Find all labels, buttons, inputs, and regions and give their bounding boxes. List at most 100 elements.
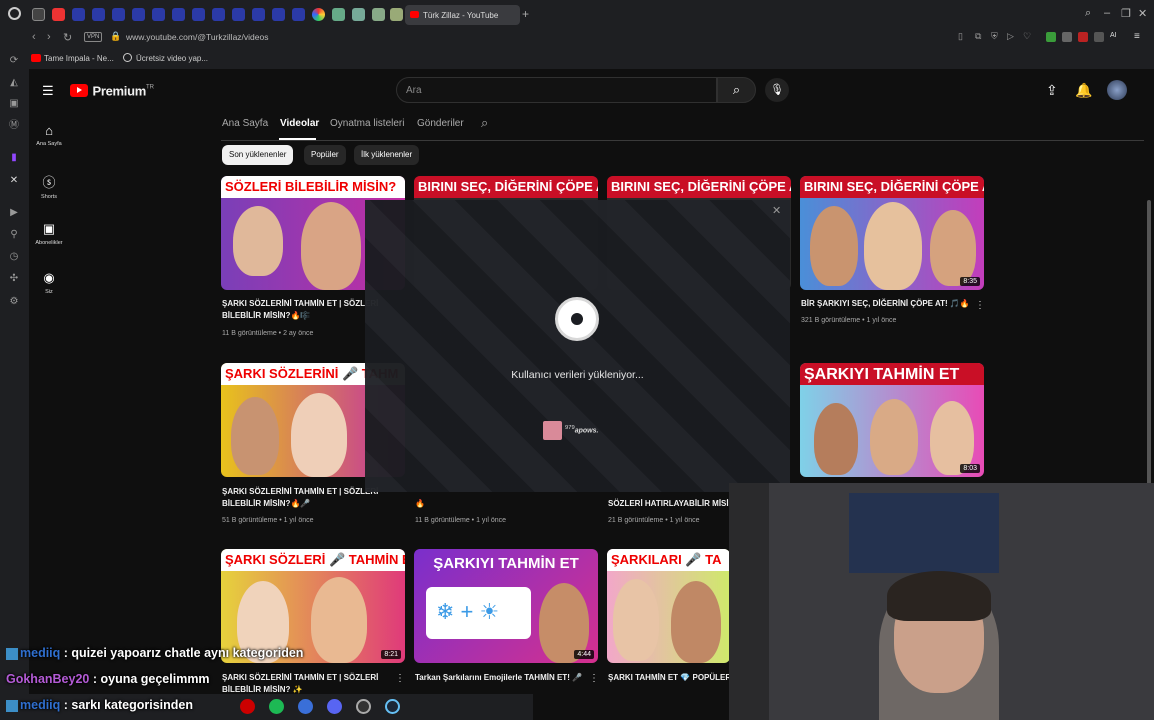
tab-icon[interactable] bbox=[132, 8, 145, 21]
video-title[interactable]: BİR ŞARKIYI SEÇ, DİĞERİNİ ÇÖPE AT! 🎵🔥 bbox=[801, 298, 981, 310]
tab-icon[interactable] bbox=[292, 8, 305, 21]
scrollbar[interactable] bbox=[1147, 200, 1151, 500]
tab-icon[interactable] bbox=[152, 8, 165, 21]
m-icon[interactable]: Ⓜ bbox=[8, 120, 20, 132]
search-tabs-icon[interactable]: ⌕ bbox=[1085, 7, 1091, 20]
opera-taskbar-icon[interactable] bbox=[240, 699, 255, 714]
spotify-icon[interactable] bbox=[269, 699, 284, 714]
tab-icon[interactable] bbox=[332, 8, 345, 21]
discord-icon[interactable] bbox=[327, 699, 342, 714]
active-tab-title: Türk Zillaz - YouTube bbox=[423, 11, 499, 20]
forward-icon[interactable]: › bbox=[47, 31, 51, 43]
tab-icon[interactable] bbox=[390, 8, 403, 21]
video-thumbnail[interactable]: ŞARKIYI TAHMİN ET ❄ + ☀ 4:44 bbox=[414, 549, 598, 663]
play-icon[interactable]: ▷ bbox=[1007, 31, 1014, 42]
tab-icon[interactable] bbox=[272, 8, 285, 21]
video-title[interactable]: ŞARKI SÖZLERİNİ TAHMİN ET | SÖZLERİ BİLE… bbox=[222, 672, 402, 696]
chip-popular[interactable]: Popüler bbox=[304, 145, 346, 165]
more-options-icon[interactable]: ⋮ bbox=[395, 673, 405, 684]
tab-videos[interactable]: Videolar bbox=[280, 118, 319, 129]
video-thumbnail[interactable]: ŞARKILARI 🎤 TA bbox=[607, 549, 730, 663]
back-icon[interactable]: ‹ bbox=[32, 31, 36, 43]
search-icon: ⌕ bbox=[732, 82, 741, 97]
download-icon[interactable] bbox=[1094, 32, 1104, 42]
extension-icon[interactable] bbox=[1078, 32, 1088, 42]
extension-icon[interactable] bbox=[1046, 32, 1056, 42]
app-taskbar-icon[interactable] bbox=[298, 699, 313, 714]
menu-icon[interactable]: ≡ bbox=[1134, 31, 1140, 42]
lock-icon[interactable]: 🔒 bbox=[110, 31, 121, 42]
video-thumbnail[interactable]: BIRINI SEÇ, DİĞERİNİ ÇÖPE AT 8:35 bbox=[800, 176, 984, 290]
maximize-icon[interactable]: ❐ bbox=[1121, 7, 1131, 20]
steam-taskbar-icon[interactable] bbox=[385, 699, 400, 714]
notifications-icon[interactable]: 🔔 bbox=[1075, 82, 1092, 99]
duration-badge: 8:21 bbox=[381, 650, 401, 659]
avatar[interactable] bbox=[1107, 80, 1127, 100]
tab-playlists[interactable]: Oynatma listeleri bbox=[330, 118, 404, 129]
shield-icon[interactable]: ⛨ bbox=[991, 31, 998, 42]
bookmark-item[interactable]: Tame Impala - Ne... bbox=[44, 54, 114, 63]
history-icon[interactable]: ⟳ bbox=[8, 55, 20, 67]
tab-icon[interactable] bbox=[352, 8, 365, 21]
tab-icon[interactable] bbox=[232, 8, 245, 21]
new-tab-button[interactable]: + bbox=[522, 7, 529, 21]
opera-logo-icon[interactable] bbox=[8, 7, 21, 20]
snapshot-icon[interactable]: ⧉ bbox=[975, 31, 981, 42]
channel-search-icon[interactable]: ⌕ bbox=[481, 115, 488, 131]
chip-latest[interactable]: Son yüklenenler bbox=[222, 145, 294, 165]
bookmark-item[interactable]: Ücretsiz video yap... bbox=[136, 54, 208, 63]
clock-icon[interactable]: ◷ bbox=[8, 251, 20, 263]
ai-button[interactable]: AI bbox=[1110, 32, 1117, 39]
minimize-icon[interactable]: – bbox=[1104, 7, 1110, 19]
video-title[interactable]: Tarkan Şarkılarını Emojilerle TAHMİN ET!… bbox=[415, 672, 595, 684]
tab-icon[interactable] bbox=[92, 8, 105, 21]
hamburger-icon[interactable]: ☰ bbox=[42, 83, 54, 99]
video-title[interactable]: SÖZLERİ HATIRLAYABİLİR MİSİN bbox=[608, 498, 730, 510]
guide-home[interactable]: ⌂ Ana Sayfa bbox=[30, 123, 68, 147]
tab-icon[interactable] bbox=[372, 8, 385, 21]
tab-home[interactable]: Ana Sayfa bbox=[222, 118, 268, 129]
tab-icon[interactable] bbox=[72, 8, 85, 21]
tab-icon[interactable] bbox=[172, 8, 185, 21]
player-icon[interactable]: ▶ bbox=[8, 207, 20, 219]
more-options-icon[interactable]: ⋮ bbox=[975, 300, 985, 311]
youtube-premium-logo[interactable]: PremiumTR bbox=[70, 82, 154, 100]
obs-icon[interactable] bbox=[356, 699, 371, 714]
extensions-icon[interactable]: ✣ bbox=[8, 273, 20, 285]
tab-icon[interactable] bbox=[212, 8, 225, 21]
reload-icon[interactable]: ↻ bbox=[63, 31, 72, 44]
search-input[interactable]: Ara bbox=[396, 77, 717, 103]
vpn-badge[interactable]: VPN bbox=[84, 32, 103, 42]
pin-icon[interactable]: ⚲ bbox=[8, 229, 20, 241]
more-options-icon[interactable]: ⋮ bbox=[589, 673, 599, 684]
heart-icon[interactable]: ♡ bbox=[1023, 31, 1031, 42]
tab-icon[interactable] bbox=[312, 8, 325, 21]
settings-icon[interactable]: ⚙ bbox=[8, 296, 20, 308]
guide-shorts[interactable]: ⓢ Shorts bbox=[30, 172, 68, 200]
active-tab[interactable]: Türk Zillaz - YouTube bbox=[405, 5, 520, 25]
close-window-icon[interactable]: ✕ bbox=[1138, 7, 1147, 20]
chip-oldest[interactable]: İlk yüklenenler bbox=[354, 145, 420, 165]
guide-subscriptions[interactable]: ▣ Abonelikler bbox=[30, 221, 68, 246]
tab-posts[interactable]: Gönderiler bbox=[417, 118, 464, 129]
tab-icon[interactable] bbox=[52, 8, 65, 21]
tab-icon[interactable] bbox=[32, 8, 45, 21]
upload-icon[interactable]: ⇪ bbox=[1046, 82, 1058, 99]
video-title[interactable]: 🔥 bbox=[415, 498, 595, 510]
close-overlay-icon[interactable]: ✕ bbox=[772, 204, 781, 217]
twitch-icon[interactable]: ▮ bbox=[8, 152, 20, 164]
guide-you[interactable]: ◉ Siz bbox=[30, 270, 68, 295]
messenger-icon[interactable]: ▣ bbox=[8, 98, 20, 110]
extension-icon[interactable] bbox=[1062, 32, 1072, 42]
url-field[interactable]: www.youtube.com/@Turkzillaz/videos bbox=[126, 32, 268, 42]
tab-icon[interactable] bbox=[252, 8, 265, 21]
bookmark-icon[interactable]: ▯ bbox=[958, 31, 963, 42]
video-thumbnail[interactable]: ŞARKIYI TAHMİN ET 8:03 bbox=[800, 363, 984, 477]
x-icon[interactable]: ✕ bbox=[8, 175, 20, 187]
video-title[interactable]: ŞARKI TAHMİN ET 💎 POPÜLER bbox=[608, 672, 730, 684]
voice-search-button[interactable]: 🎙 bbox=[765, 78, 789, 102]
search-button[interactable]: ⌕ bbox=[717, 77, 756, 103]
aria-icon[interactable]: ◭ bbox=[8, 77, 20, 89]
tab-icon[interactable] bbox=[192, 8, 205, 21]
tab-icon[interactable] bbox=[112, 8, 125, 21]
